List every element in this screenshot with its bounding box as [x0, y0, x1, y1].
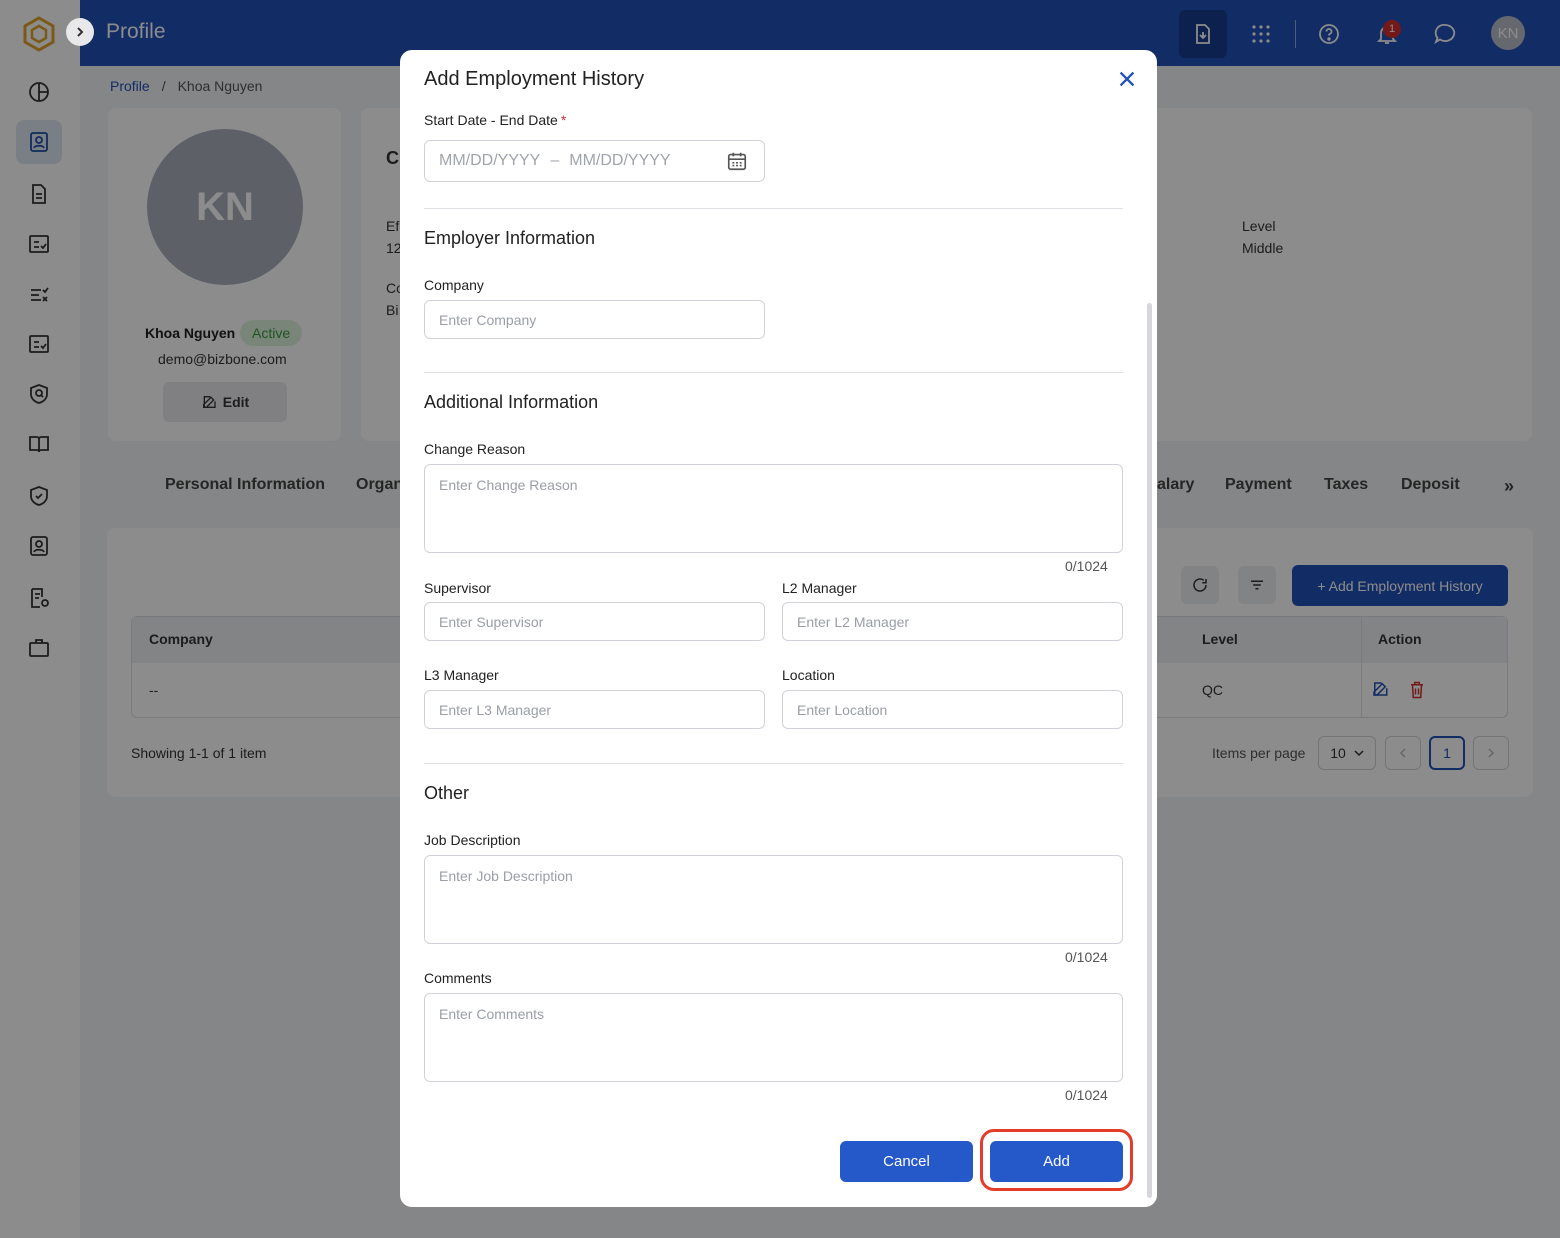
company-label: Company	[424, 277, 484, 293]
location-input[interactable]	[782, 690, 1123, 729]
comments-counter: 0/1024	[1065, 1087, 1108, 1103]
section-divider	[424, 763, 1123, 764]
start-date-placeholder: MM/DD/YYYY	[439, 152, 541, 169]
date-separator: –	[550, 152, 560, 169]
section-divider	[424, 372, 1123, 373]
sidebar-expand-button[interactable]	[66, 18, 94, 46]
job-description-textarea[interactable]	[424, 855, 1123, 944]
employer-information-heading: Employer Information	[424, 228, 596, 248]
job-description-label: Job Description	[424, 832, 521, 848]
change-reason-label: Change Reason	[424, 441, 526, 457]
change-reason-counter: 0/1024	[1065, 558, 1108, 574]
date-range-label: Start Date - End Date *	[424, 112, 566, 128]
section-divider	[424, 208, 1123, 209]
comments-label: Comments	[424, 970, 492, 986]
l3-manager-label: L3 Manager	[424, 667, 499, 683]
date-range-label-text: Start Date - End Date	[424, 112, 558, 128]
required-asterisk: *	[560, 112, 567, 128]
company-input[interactable]	[424, 300, 765, 339]
chevron-right-icon	[77, 27, 84, 37]
location-label: Location	[782, 667, 835, 683]
l3-manager-input[interactable]	[424, 690, 765, 729]
comments-textarea[interactable]	[424, 993, 1123, 1082]
cancel-button[interactable]: Cancel	[840, 1141, 973, 1182]
l2-manager-label: L2 Manager	[782, 580, 857, 596]
modal-title: Add Employment History	[424, 68, 645, 90]
additional-information-heading: Additional Information	[424, 392, 599, 412]
calendar-icon[interactable]	[726, 150, 748, 172]
other-heading: Other	[424, 783, 470, 803]
date-range-picker[interactable]: MM/DD/YYYY – MM/DD/YYYY	[424, 140, 765, 182]
end-date-placeholder: MM/DD/YYYY	[569, 152, 671, 169]
add-employment-history-modal: Add Employment History Start Date - End …	[400, 50, 1157, 1207]
close-icon[interactable]	[1116, 68, 1138, 90]
change-reason-textarea[interactable]	[424, 464, 1123, 553]
supervisor-input[interactable]	[424, 602, 765, 641]
add-button[interactable]: Add	[990, 1141, 1123, 1182]
job-description-counter: 0/1024	[1065, 949, 1108, 965]
supervisor-label: Supervisor	[424, 580, 491, 596]
l2-manager-input[interactable]	[782, 602, 1123, 641]
modal-scrollbar[interactable]	[1147, 303, 1152, 1198]
